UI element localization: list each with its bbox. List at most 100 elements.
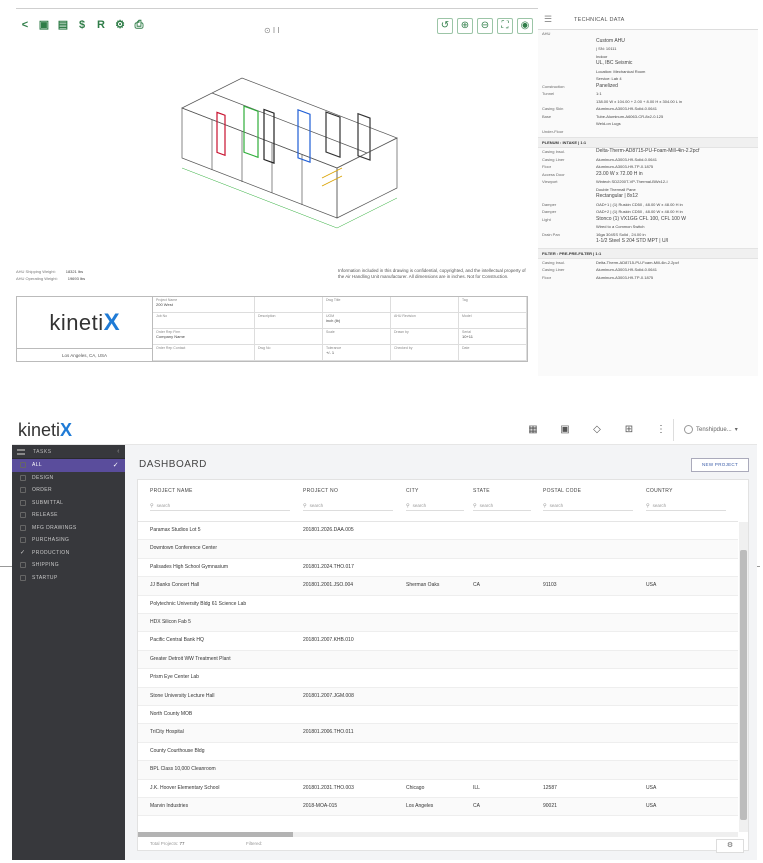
column-header[interactable]: CITY xyxy=(406,488,419,494)
zoom-out-icon[interactable]: ⊖ xyxy=(477,18,493,34)
sidebar-item-mfg-drawings[interactable]: MFG DRAWINGS xyxy=(12,522,125,535)
table-footer: Total Projects: 77 Filtered: xyxy=(138,837,748,851)
column-header[interactable]: POSTAL CODE xyxy=(543,488,581,494)
column-search-input[interactable]: ⚲ search xyxy=(473,500,531,511)
fullscreen-icon[interactable]: ⛶ xyxy=(497,18,513,34)
table-settings-button[interactable]: ⚙ xyxy=(716,839,744,853)
grid-view-icon[interactable]: ▦ xyxy=(526,423,540,437)
menu-icon[interactable]: ☰ xyxy=(538,14,558,25)
table-row[interactable]: Greater Detroit WW Treatment Plant xyxy=(138,650,738,670)
table-row[interactable]: Polytechnic University Bldg 61 Science L… xyxy=(138,596,738,614)
share-icon[interactable]: < xyxy=(18,18,32,32)
table-row[interactable]: Marvin Industries 2018-MOA-015 Los Angeles… xyxy=(138,798,738,817)
scrollbar-thumb[interactable] xyxy=(740,550,747,820)
sidebar-item-purchasing[interactable]: PURCHASING xyxy=(12,534,125,547)
sidebar-item-submittal[interactable]: SUBMITTAL xyxy=(12,497,125,510)
save-icon[interactable]: ▤ xyxy=(56,18,70,32)
title-block-cell: UOM inch (lb) xyxy=(323,313,391,329)
more-vert-icon[interactable]: ⋮ xyxy=(654,423,668,437)
table-row[interactable]: Downtown Conference Center xyxy=(138,540,738,559)
cell-label: Checked by xyxy=(394,346,413,350)
table-row[interactable]: JJ Banks Concert Hall 201801.2001.JSO.004… xyxy=(138,577,738,596)
table-row[interactable]: County Courthouse Bldg xyxy=(138,743,738,762)
column-search-input[interactable]: ⚲ search xyxy=(646,500,726,511)
column-search-input[interactable]: ⚲ search xyxy=(543,500,633,511)
cell-label: Order Rep Contact xyxy=(156,346,186,350)
zoom-in-icon[interactable]: ⊕ xyxy=(457,18,473,34)
tech-value: Tube-Aluminum-A6063-CR-8x2-0.125 xyxy=(596,113,664,119)
print-icon[interactable]: ⎙ xyxy=(132,18,146,32)
total-label: Total Projects: xyxy=(150,841,179,846)
kinetix-logo[interactable]: kinetiX xyxy=(18,420,72,441)
logo-text: kineti xyxy=(18,420,61,440)
tech-row: Drain Pan 16ga 304SS Solid , 24.00 in xyxy=(538,231,758,239)
table-cell: 201801.2007.KHB.010 xyxy=(303,637,354,644)
sidebar-item-production[interactable]: ✓ PRODUCTION xyxy=(12,547,125,560)
sidebar-item-release[interactable]: RELEASE xyxy=(12,509,125,522)
column-search-input[interactable]: ⚲ search xyxy=(150,500,290,511)
chevron-down-icon: ▾ xyxy=(734,427,738,433)
table-cell: J.K. Hoover Elementary School xyxy=(150,784,220,791)
camera-icon[interactable]: ▣ xyxy=(37,18,51,32)
settings-icon[interactable]: ⚙ xyxy=(113,18,127,32)
column-header[interactable]: PROJECT NO xyxy=(303,488,338,494)
tech-value: Aluminum-A3003-H9-TP-0.1875 xyxy=(596,274,654,280)
check-icon: ✓ xyxy=(20,550,26,557)
table-row[interactable]: TriCity Hospital 201801.2006.THO.011 xyxy=(138,724,738,743)
tech-section-header[interactable]: PLENUM : INTAKE | 1:1 xyxy=(538,137,758,148)
tech-key xyxy=(542,46,596,52)
table-row[interactable]: Palisades High School Gymnasium 201801.20… xyxy=(138,559,738,578)
apps-icon[interactable]: ⊞ xyxy=(622,423,636,437)
collapse-chevron-icon[interactable]: ‹ xyxy=(117,448,120,455)
sidebar-item-startup[interactable]: STARTUP xyxy=(12,572,125,585)
report-icon[interactable]: R xyxy=(94,18,108,32)
tech-section-header[interactable]: FILTER : PRE-PRE-FILTER | 1:1 xyxy=(538,247,758,259)
sidebar-item-label: ORDER xyxy=(32,487,53,494)
table-cell: 201801.2026.DAA.005 xyxy=(303,527,354,533)
tech-value: Custom AHU xyxy=(596,37,625,44)
ahu-3d-drawing[interactable] xyxy=(172,68,402,238)
task-icon xyxy=(20,537,26,544)
table-row[interactable]: Paramax Studios Lot 5 201801.2026.DAA.005 xyxy=(138,522,738,541)
task-icon xyxy=(20,474,26,481)
user-menu[interactable]: Tenshipdue... ▾ xyxy=(684,425,738,434)
diamond-icon[interactable]: ◇ xyxy=(590,423,604,437)
dollar-icon[interactable]: $ xyxy=(75,18,89,32)
table-row[interactable]: BPL Class 10,000 Cleanroom xyxy=(138,761,738,780)
sidebar-item-design[interactable]: DESIGN xyxy=(12,472,125,485)
search-placeholder: search xyxy=(549,503,564,508)
task-icon xyxy=(20,574,26,581)
tech-value: Stonco (1) VX1GG CFL 100, CFL 100 W xyxy=(596,215,686,222)
vertical-scrollbar[interactable] xyxy=(739,522,748,832)
column-header[interactable]: PROJECT NAME xyxy=(150,488,193,494)
table-row[interactable]: North County MOB xyxy=(138,706,738,725)
new-project-button[interactable]: NEW PROJECT xyxy=(691,458,749,472)
tech-key: Casing Liner xyxy=(542,156,565,162)
title-block-cell: Scale xyxy=(323,329,391,345)
table-row[interactable]: Prism Eye Center Lab xyxy=(138,669,738,688)
title-block-cell: Serial 10+11 xyxy=(459,329,527,345)
rotate-icon[interactable]: ↺ xyxy=(437,18,453,34)
table-cell: Downtown Conference Center xyxy=(150,545,217,552)
table-row[interactable]: J.K. Hoover Elementary School 201801.2031… xyxy=(138,780,738,798)
column-header[interactable]: STATE xyxy=(473,488,490,494)
tech-row: Viewport Wintech SD2200T-VP-Thermal-BWx12… xyxy=(538,178,758,186)
tech-value: Aluminum-A3003-H9-Solid-0.0641 xyxy=(596,267,657,272)
menu-icon[interactable] xyxy=(17,448,25,455)
table-row[interactable]: Stone University Lecture Hall 201801.2007… xyxy=(138,687,738,706)
table-cell: 90021 xyxy=(543,803,557,809)
table-row[interactable]: HDX Silicon Fab 5 xyxy=(138,614,738,633)
pager[interactable]: ⊙ I I xyxy=(264,26,280,35)
technical-data-panel: ☰ TECHNICAL DATA AHU Custom AHU | SN: 1011… xyxy=(538,8,758,378)
table-row[interactable]: Pacific Central Bank HQ 201801.2007.KHB.0… xyxy=(138,632,738,651)
sidebar-item-order[interactable]: ORDER xyxy=(12,484,125,497)
sidebar-item-shipping[interactable]: SHIPPING xyxy=(12,559,125,572)
table-cell: BPL Class 10,000 Cleanroom xyxy=(150,766,216,773)
column-search-input[interactable]: ⚲ search xyxy=(406,500,464,511)
eye-icon[interactable]: ◉ xyxy=(517,18,533,34)
column-search-input[interactable]: ⚲ search xyxy=(303,500,393,511)
sidebar-item-all[interactable]: ALL ✓ xyxy=(12,459,125,472)
column-header[interactable]: COUNTRY xyxy=(646,488,673,494)
search-placeholder: search xyxy=(652,503,667,508)
calendar-icon[interactable]: ▣ xyxy=(558,423,572,437)
